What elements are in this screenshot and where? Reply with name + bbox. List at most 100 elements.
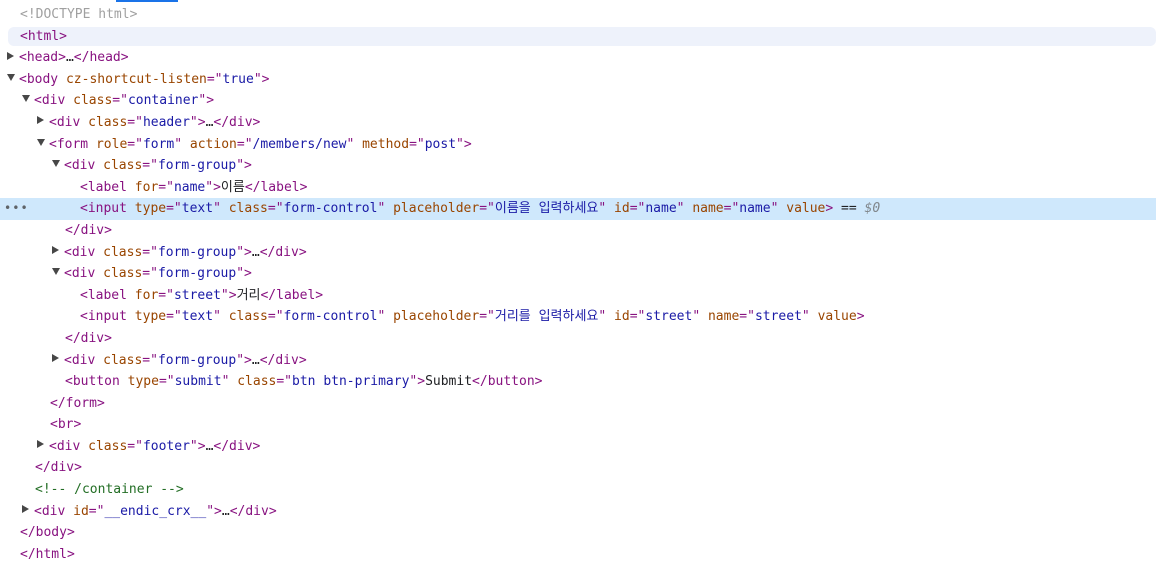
token-tag: "> [236, 244, 252, 260]
collapse-triangle-right-icon[interactable] [22, 505, 29, 514]
collapse-triangle-right-icon[interactable] [37, 116, 44, 125]
token-tag: <label [80, 179, 135, 195]
collapse-triangle-right-icon[interactable] [52, 246, 59, 255]
token-tag: =" [88, 503, 105, 519]
token-tag: "> [236, 352, 252, 368]
row-form-group-3-close[interactable]: </div> [0, 328, 1156, 350]
row-input-name[interactable]: ••• <input type="text" class="form-contro… [0, 198, 1156, 220]
row-options-icon[interactable]: ••• [4, 198, 29, 220]
token-comment: <!-- /container --> [35, 482, 184, 498]
token-eq: == [833, 201, 865, 217]
token-tag: <div [64, 352, 104, 368]
token-tag: "> [409, 374, 426, 390]
token-tag: "> [236, 158, 252, 174]
row-form-group-4[interactable]: <div class="form-group">…</div> [0, 350, 1156, 372]
token-tag: =" [206, 71, 223, 87]
token-attr: placeholder [393, 201, 480, 217]
token-val: form-group [157, 244, 237, 260]
token-tag: =" [127, 438, 143, 454]
token-val: form-group [157, 266, 237, 282]
token-txt: … [251, 244, 260, 260]
row-container-close[interactable]: </div> [0, 457, 1156, 479]
row-html-close[interactable]: </html> [0, 544, 1156, 566]
token-tag: " [377, 201, 394, 217]
row-footer[interactable]: <div class="footer">…</div> [0, 436, 1156, 458]
token-val: header [142, 114, 190, 130]
token-tag: " [377, 309, 394, 325]
token-tag: " [346, 136, 363, 152]
token-tag: <button [65, 374, 128, 390]
row-form-group-3-open[interactable]: <div class="form-group"> [0, 263, 1156, 285]
row-button-submit[interactable]: <button type="submit" class="btn btn-pri… [0, 371, 1156, 393]
row-html-open[interactable]: <html> [0, 26, 1156, 48]
collapse-triangle-right-icon[interactable] [7, 51, 14, 60]
row-body-open[interactable]: <body cz-shortcut-listen="true"> [0, 69, 1156, 91]
row-form-group-1-open[interactable]: <div class="form-group"> [0, 155, 1156, 177]
token-val: text [181, 201, 214, 217]
row-form-close[interactable]: </form> [0, 393, 1156, 415]
token-attr: for [134, 179, 159, 195]
expand-triangle-down-icon[interactable] [37, 138, 45, 146]
token-tag: =" [158, 287, 174, 303]
active-tab-indicator [116, 0, 178, 2]
token-tag: </div> [65, 222, 112, 238]
token-txt: … [65, 50, 74, 66]
expand-triangle-down-icon[interactable] [22, 95, 30, 103]
token-tag: <div [64, 158, 104, 174]
token-tag: "> [253, 71, 270, 87]
token-attr: method [362, 136, 410, 152]
row-form-group-2[interactable]: <div class="form-group">…</div> [0, 242, 1156, 264]
row-content: <label for="name">이름</label> [80, 177, 307, 199]
token-tag: > [856, 309, 865, 325]
token-tag: =" [739, 309, 755, 325]
row-form-open[interactable]: <form role="form" action="/members/new" … [0, 134, 1156, 156]
row-container-open[interactable]: <div class="container"> [0, 90, 1156, 112]
token-attr: type [134, 201, 167, 217]
row-content: </div> [35, 457, 82, 479]
token-tag: </label> [260, 287, 324, 303]
row-doctype[interactable]: <!DOCTYPE html> [0, 4, 1156, 26]
token-tag: </div> [229, 503, 277, 519]
token-val: 이름을 입력하세요 [494, 201, 599, 217]
token-val: form-group [157, 352, 237, 368]
token-val: 거리를 입력하세요 [494, 309, 599, 325]
token-tag: " [770, 201, 787, 217]
row-comment-container[interactable]: <!-- /container --> [0, 479, 1156, 501]
token-attr: placeholder [393, 309, 480, 325]
expand-triangle-down-icon[interactable] [52, 160, 60, 168]
expand-triangle-down-icon[interactable] [52, 268, 60, 276]
token-val: text [181, 309, 214, 325]
token-val: form-control [283, 201, 378, 217]
row-body-close[interactable]: </body> [0, 522, 1156, 544]
token-txt: 거리 [236, 287, 261, 303]
row-content: </div> [65, 220, 112, 242]
token-tag: </div> [65, 330, 112, 346]
token-attr: id [73, 503, 89, 519]
row-content: <!DOCTYPE html> [20, 4, 137, 26]
token-val: footer [142, 438, 190, 454]
collapse-triangle-right-icon[interactable] [52, 354, 59, 362]
row-endic-crx[interactable]: <div id="__endic_crx__">…</div> [0, 501, 1156, 523]
token-tag: =" [166, 201, 182, 217]
row-content: <div id="__endic_crx__">…</div> [22, 501, 277, 523]
row-input-street[interactable]: <input type="text" class="form-control" … [0, 306, 1156, 328]
row-head[interactable]: <head>…</head> [0, 47, 1156, 69]
row-content: <div class="form-group"> [52, 155, 252, 177]
token-tag: </div> [259, 352, 307, 368]
token-attr: class [103, 266, 143, 282]
token-attr: class [237, 374, 277, 390]
row-header[interactable]: <div class="header">…</div> [0, 112, 1156, 134]
row-content: <form role="form" action="/members/new" … [37, 134, 472, 156]
row-form-group-1-close[interactable]: </div> [0, 220, 1156, 242]
row-content: <input type="text" class="form-control" … [80, 198, 880, 220]
collapse-triangle-right-icon[interactable] [37, 440, 44, 449]
token-tag: </head> [73, 50, 129, 66]
row-content: <div class="footer">…</div> [37, 436, 260, 458]
row-content: <div class="form-group"> [52, 263, 252, 285]
expand-triangle-down-icon[interactable] [7, 73, 15, 81]
token-tag: <input [80, 201, 135, 217]
row-label-street[interactable]: <label for="street">거리</label> [0, 285, 1156, 307]
row-br[interactable]: <br> [0, 414, 1156, 436]
token-attr: value [786, 201, 826, 217]
row-label-name[interactable]: <label for="name">이름</label> [0, 177, 1156, 199]
